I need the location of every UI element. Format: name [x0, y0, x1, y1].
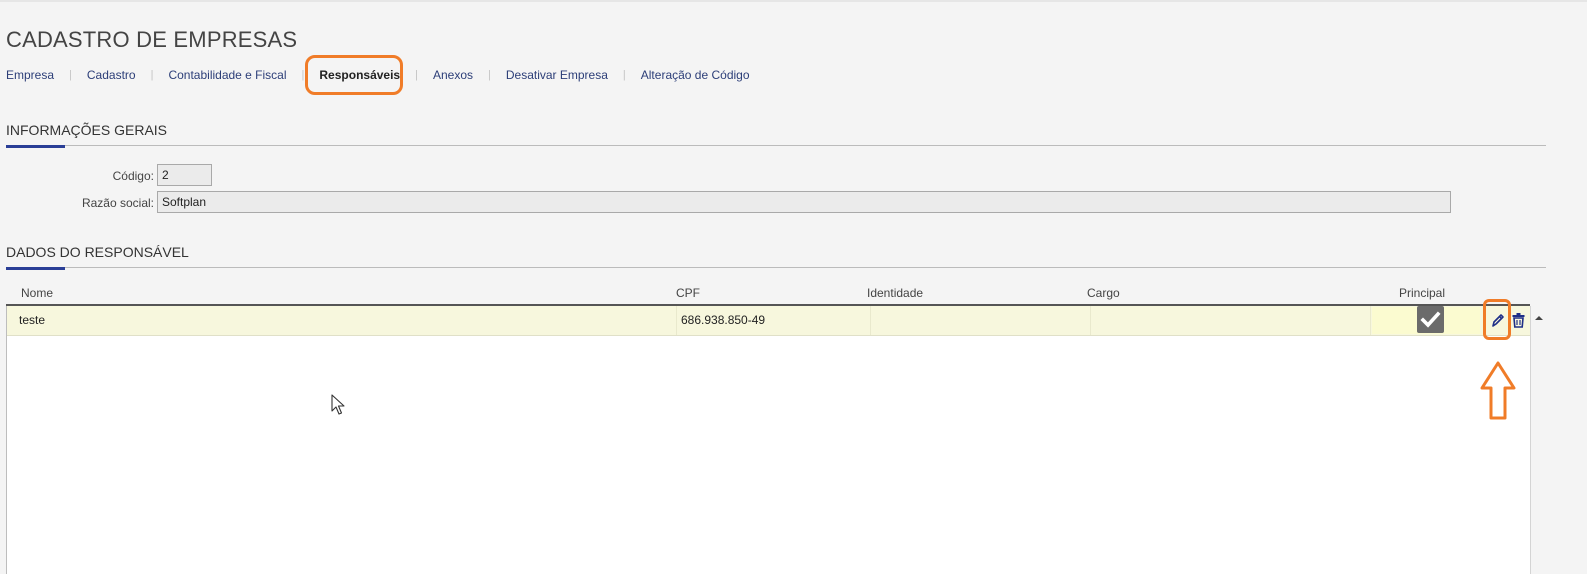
section-divider [6, 145, 1546, 146]
principal-checkbox[interactable] [1417, 306, 1444, 333]
cell-divider [1370, 306, 1371, 335]
top-border [0, 0, 1587, 2]
tab-cadastro[interactable]: Cadastro [87, 68, 136, 82]
check-icon [1420, 311, 1441, 328]
code-label: Código: [112, 169, 154, 183]
page-title: CADASTRO DE EMPRESAS [6, 27, 298, 52]
section-divider [6, 267, 1546, 268]
tab-separator: | [301, 69, 305, 81]
cell-divider [1090, 306, 1091, 335]
responsible-grid [6, 306, 1530, 574]
tab-separator: | [622, 69, 626, 81]
tab-separator: | [415, 69, 418, 81]
tab-desativar-empresa[interactable]: Desativar Empresa [506, 68, 608, 82]
cell-nome: teste [19, 313, 46, 327]
section-accent-bar [6, 145, 65, 148]
arrow-up-annotation-icon [1480, 361, 1516, 420]
tab-highlight-annotation [305, 55, 403, 95]
tab-empresa[interactable]: Empresa [6, 68, 54, 82]
cell-divider [870, 306, 871, 335]
mouse-pointer-icon [331, 394, 345, 415]
company-name-label: Razão social: [81, 196, 154, 210]
caret-up-icon[interactable] [1533, 313, 1545, 323]
tab-separator: | [488, 69, 491, 81]
column-header-cargo[interactable]: Cargo [1087, 286, 1120, 300]
column-header-nome[interactable]: Nome [21, 286, 53, 300]
delete-button[interactable] [1511, 311, 1526, 329]
section-accent-bar [6, 267, 65, 270]
section-title-responsible: DADOS DO RESPONSÁVEL [6, 244, 189, 260]
tab-alteracao-codigo[interactable]: Alteração de Código [641, 68, 750, 82]
tab-anexos[interactable]: Anexos [433, 68, 473, 82]
grid-scroll-border [1530, 306, 1531, 574]
column-header-principal[interactable]: Principal [1399, 286, 1445, 300]
cell-cpf: 686.938.850-49 [681, 313, 766, 327]
code-field[interactable] [157, 164, 212, 186]
column-header-identidade[interactable]: Identidade [867, 286, 923, 300]
tab-separator: | [150, 69, 154, 81]
table-row[interactable] [7, 306, 1530, 336]
tab-separator: | [69, 69, 72, 81]
column-header-cpf[interactable]: CPF [676, 286, 700, 300]
cell-divider [676, 306, 677, 335]
tab-contabilidade-fiscal[interactable]: Contabilidade e Fiscal [168, 68, 286, 82]
company-name-field[interactable] [157, 191, 1451, 213]
edit-highlight-annotation [1483, 299, 1511, 340]
section-title-general-info: INFORMAÇÕES GERAIS [6, 122, 168, 138]
trash-icon [1512, 313, 1525, 328]
